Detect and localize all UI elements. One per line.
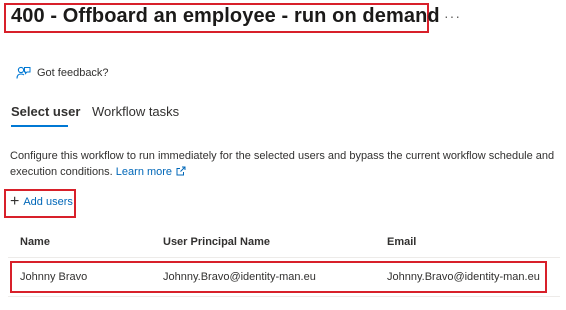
learn-more-link[interactable]: Learn more	[116, 166, 172, 178]
column-header-name[interactable]: Name	[20, 236, 50, 248]
row-divider	[8, 296, 560, 297]
cell-email: Johnny.Bravo@identity-man.eu	[387, 271, 540, 283]
feedback-icon	[16, 66, 31, 79]
column-header-email[interactable]: Email	[387, 236, 416, 248]
header-divider	[8, 257, 560, 258]
column-header-upn[interactable]: User Principal Name	[163, 236, 270, 248]
more-options-icon[interactable]: ···	[444, 8, 461, 24]
description-text: Configure this workflow to run immediate…	[10, 150, 555, 178]
feedback-label: Got feedback?	[37, 67, 109, 79]
tab-active-indicator	[11, 125, 68, 127]
cell-upn: Johnny.Bravo@identity-man.eu	[163, 271, 316, 283]
feedback-link[interactable]: Got feedback?	[16, 66, 109, 80]
plus-icon: +	[10, 193, 20, 210]
external-link-icon[interactable]	[176, 166, 186, 176]
tab-select-user[interactable]: Select user	[11, 104, 80, 119]
add-users-button[interactable]: + Add users	[10, 193, 73, 210]
description: Configure this workflow to run immediate…	[10, 148, 560, 180]
page-title: 400 - Offboard an employee - run on dema…	[11, 5, 440, 27]
add-users-label: Add users	[23, 196, 73, 208]
cell-name: Johnny Bravo	[20, 271, 88, 283]
tab-workflow-tasks[interactable]: Workflow tasks	[92, 104, 179, 119]
